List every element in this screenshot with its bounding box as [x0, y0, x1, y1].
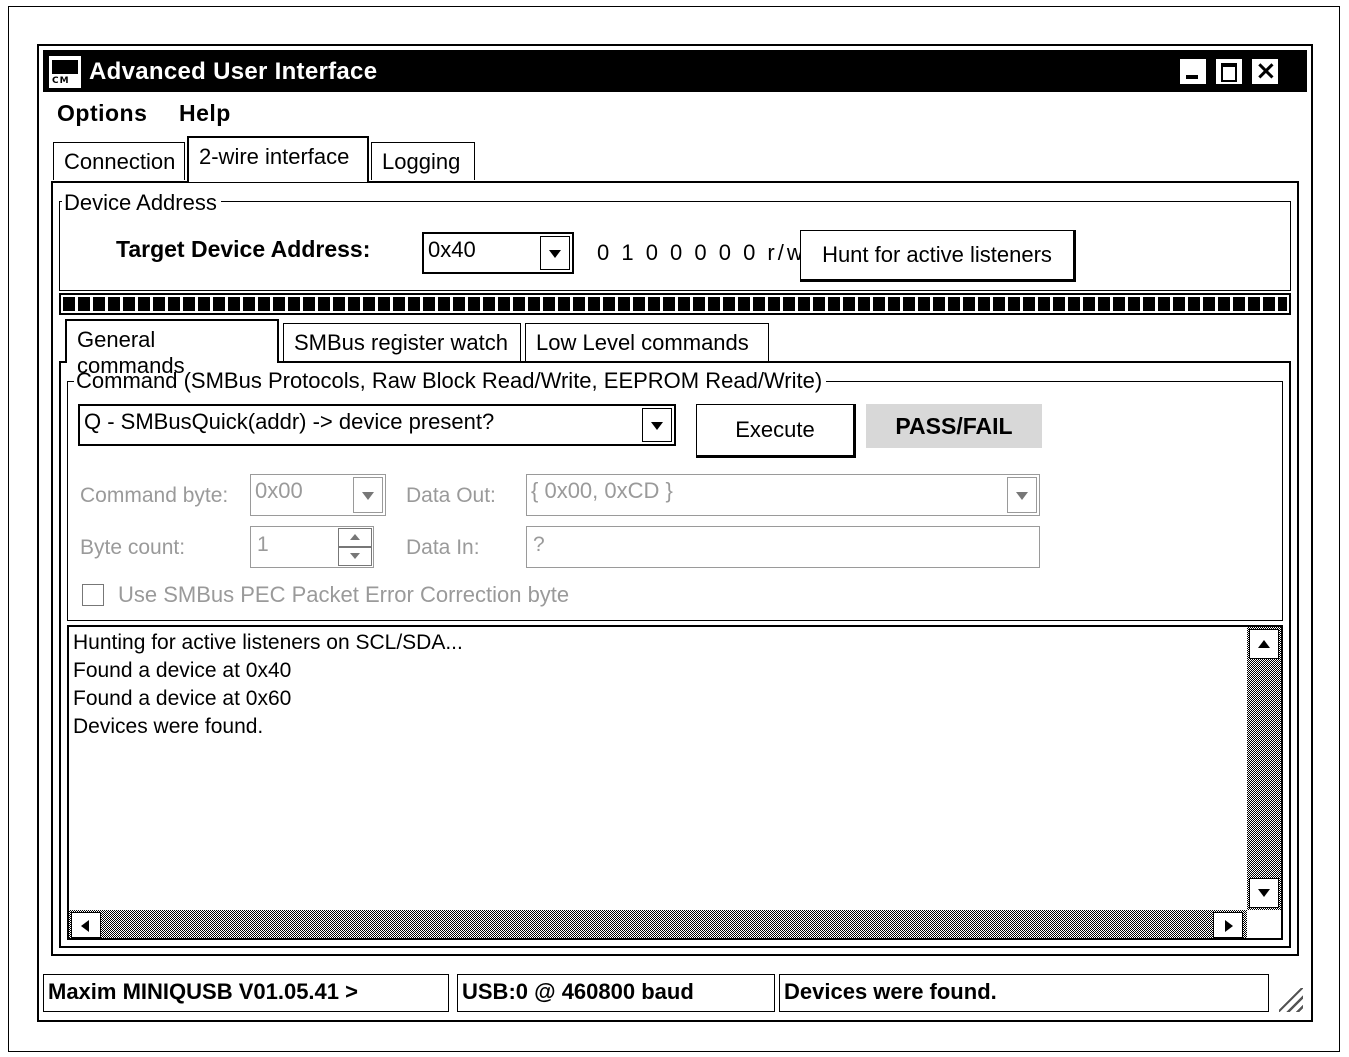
command-byte-label: Command byte:: [80, 484, 229, 507]
chevron-down-icon[interactable]: [642, 408, 672, 442]
chevron-down-icon[interactable]: [1007, 477, 1037, 513]
scroll-up-icon[interactable]: [1249, 629, 1279, 659]
main-window: CM Advanced User Interface × Options Hel…: [37, 44, 1313, 1022]
byte-count-stepper[interactable]: 1: [250, 526, 374, 568]
device-address-group: Device Address Target Device Address: 0x…: [59, 190, 1291, 291]
tab-connection[interactable]: Connection: [53, 142, 185, 180]
tab-general-commands[interactable]: General commands: [65, 319, 279, 378]
resize-grip-icon[interactable]: [1279, 988, 1303, 1012]
target-address-dropdown[interactable]: 0x40: [422, 232, 574, 274]
status-bar: Maxim MINIQUSB V01.05.41 > USB:0 @ 46080…: [43, 970, 1307, 1016]
data-in-field[interactable]: ?: [526, 526, 1040, 568]
execute-button[interactable]: Execute: [696, 404, 856, 458]
spin-up-icon[interactable]: [338, 528, 372, 547]
spin-down-icon[interactable]: [338, 547, 372, 566]
command-legend: Command (SMBus Protocols, Raw Block Read…: [74, 368, 827, 394]
window-title: Advanced User Interface: [89, 58, 378, 85]
data-in-value: ?: [533, 533, 545, 556]
address-bits: 0 1 0 0 0 0 0 r/w: [597, 240, 806, 265]
vertical-scrollbar[interactable]: [1247, 627, 1281, 910]
pass-fail-indicator: PASS/FAIL: [866, 404, 1042, 448]
tab-logging[interactable]: Logging: [371, 142, 475, 180]
device-address-legend: Device Address: [62, 190, 221, 216]
pec-label: Use SMBus PEC Packet Error Correction by…: [118, 582, 570, 607]
command-byte-value: 0x00: [255, 478, 303, 503]
chevron-down-icon[interactable]: [540, 236, 570, 270]
command-group: Command (SMBus Protocols, Raw Block Read…: [67, 368, 1283, 621]
horizontal-scrollbar[interactable]: [69, 910, 1247, 938]
log-output[interactable]: Hunting for active listeners on SCL/SDA.…: [67, 625, 1283, 940]
data-out-label: Data Out:: [406, 484, 496, 507]
data-out-dropdown[interactable]: { 0x00, 0xCD }: [526, 474, 1040, 516]
status-message: Devices were found.: [779, 974, 1269, 1012]
log-line: Found a device at 0x60: [73, 687, 292, 710]
chevron-down-icon[interactable]: [353, 477, 383, 513]
scroll-down-icon[interactable]: [1249, 878, 1279, 908]
close-icon[interactable]: ×: [1251, 56, 1279, 86]
data-in-label: Data In:: [406, 536, 480, 559]
general-commands-panel: Command (SMBus Protocols, Raw Block Read…: [59, 361, 1291, 948]
hunt-listeners-button[interactable]: Hunt for active listeners: [800, 230, 1076, 282]
maximize-icon[interactable]: [1215, 58, 1243, 85]
scroll-left-icon[interactable]: [71, 912, 101, 938]
log-line: Devices were found.: [73, 715, 264, 738]
scroll-right-icon[interactable]: [1213, 912, 1243, 938]
command-selected: Q - SMBusQuick(addr) -> device present?: [84, 409, 495, 434]
progress-fill: [63, 297, 1287, 311]
tab-2-wire-interface[interactable]: 2-wire interface: [187, 136, 369, 182]
menu-help[interactable]: Help: [179, 100, 231, 127]
status-port: USB:0 @ 460800 baud: [457, 974, 775, 1012]
menu-options[interactable]: Options: [57, 100, 147, 127]
target-device-address-label: Target Device Address:: [116, 236, 371, 262]
command-dropdown[interactable]: Q - SMBusQuick(addr) -> device present?: [78, 404, 676, 446]
pec-checkbox[interactable]: [82, 584, 104, 606]
byte-count-label: Byte count:: [80, 536, 186, 559]
minimize-icon[interactable]: [1179, 58, 1207, 85]
data-out-value: { 0x00, 0xCD }: [531, 478, 673, 503]
log-line: Hunting for active listeners on SCL/SDA.…: [73, 631, 463, 654]
tab-low-level-commands[interactable]: Low Level commands: [525, 323, 769, 363]
title-bar[interactable]: CM Advanced User Interface ×: [43, 50, 1307, 92]
progress-bar: [59, 293, 1291, 315]
scroll-corner: [1247, 910, 1281, 938]
log-line: Found a device at 0x40: [73, 659, 292, 682]
two-wire-panel: Device Address Target Device Address: 0x…: [51, 181, 1299, 956]
menu-bar: Options Help: [43, 94, 1307, 128]
app-icon[interactable]: CM: [49, 56, 81, 88]
target-address-value: 0x40: [428, 237, 476, 262]
status-device: Maxim MINIQUSB V01.05.41 >: [43, 974, 449, 1012]
command-byte-dropdown[interactable]: 0x00: [250, 474, 386, 516]
tab-smbus-register-watch[interactable]: SMBus register watch: [283, 323, 521, 363]
byte-count-value: 1: [257, 533, 269, 556]
